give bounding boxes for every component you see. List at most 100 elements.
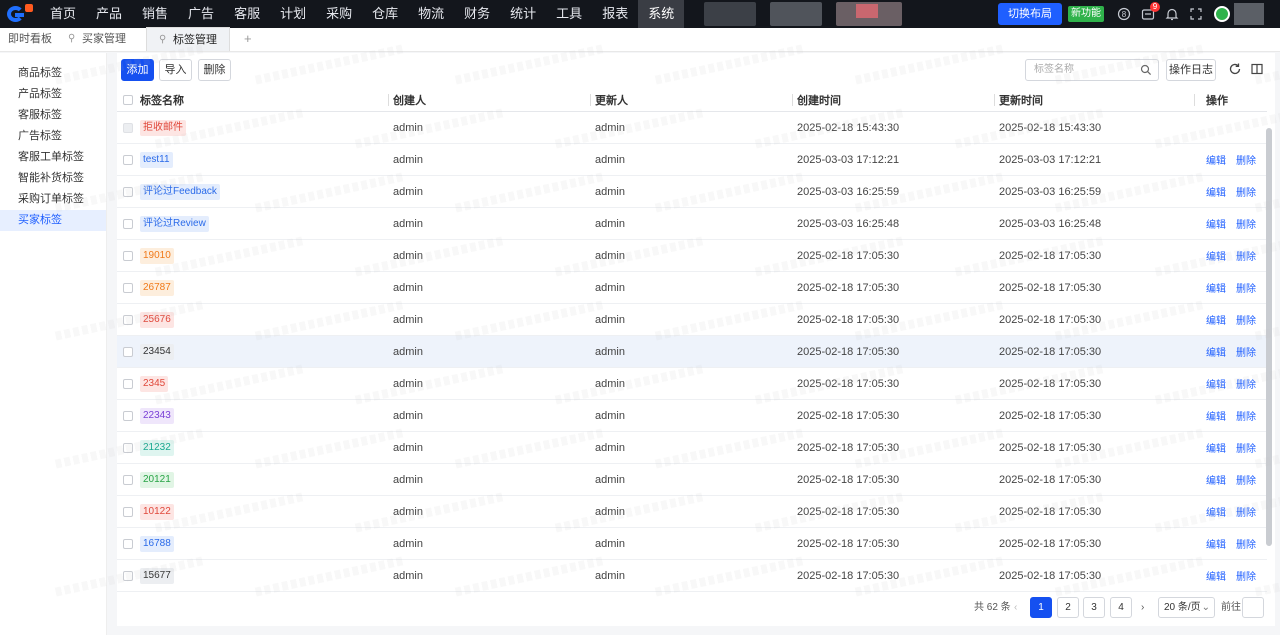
- page-button[interactable]: 3: [1083, 597, 1105, 618]
- table-row[interactable]: 10122 admin admin 2025-02-18 17:05:30 2025-0…: [117, 496, 1267, 528]
- switch-layout-button[interactable]: 切换布局: [998, 3, 1062, 25]
- app-logo[interactable]: [0, 0, 40, 28]
- row-checkbox[interactable]: [123, 250, 133, 261]
- delete-link[interactable]: 删除: [1236, 216, 1256, 231]
- new-feature-badge[interactable]: 新功能: [1068, 6, 1104, 22]
- edit-link[interactable]: 编辑: [1206, 344, 1226, 359]
- table-row[interactable]: 评论过Feedback admin admin 2025-03-03 16:25:59…: [117, 176, 1267, 208]
- page-size-select[interactable]: 20 条/页 ⌄: [1158, 597, 1215, 618]
- goto-page-input[interactable]: [1242, 597, 1264, 618]
- row-checkbox[interactable]: [123, 538, 133, 549]
- tab-buyer-management[interactable]: ⚲ 买家管理: [60, 27, 134, 51]
- row-checkbox[interactable]: [123, 282, 133, 293]
- row-checkbox[interactable]: [123, 410, 133, 421]
- row-checkbox[interactable]: [123, 346, 133, 357]
- edit-link[interactable]: 编辑: [1206, 504, 1226, 519]
- nav-item-2[interactable]: 销售: [132, 0, 178, 28]
- page-button[interactable]: 4: [1110, 597, 1132, 618]
- nav-item-9[interactable]: 财务: [454, 0, 500, 28]
- nav-item-10[interactable]: 统计: [500, 0, 546, 28]
- message-icon[interactable]: 9: [1141, 2, 1160, 21]
- tab-dashboard[interactable]: 即时看板: [0, 27, 60, 51]
- delete-link[interactable]: 删除: [1236, 152, 1256, 167]
- row-checkbox[interactable]: [123, 218, 133, 229]
- nav-item-6[interactable]: 采购: [316, 0, 362, 28]
- delete-link[interactable]: 删除: [1236, 504, 1256, 519]
- row-checkbox[interactable]: [123, 314, 133, 325]
- edit-link[interactable]: 编辑: [1206, 568, 1226, 583]
- row-checkbox[interactable]: [123, 474, 133, 485]
- nav-item-8[interactable]: 物流: [408, 0, 454, 28]
- table-row[interactable]: 16788 admin admin 2025-02-18 17:05:30 2025-0…: [117, 528, 1267, 560]
- delete-link[interactable]: 删除: [1236, 472, 1256, 487]
- nav-item-1[interactable]: 产品: [86, 0, 132, 28]
- columns-icon[interactable]: [1250, 62, 1264, 76]
- edit-link[interactable]: 编辑: [1206, 440, 1226, 455]
- help-icon[interactable]: 8: [1117, 7, 1131, 21]
- avatar[interactable]: [1214, 6, 1230, 22]
- edit-link[interactable]: 编辑: [1206, 152, 1226, 167]
- add-button[interactable]: 添加: [121, 59, 154, 81]
- delete-link[interactable]: 删除: [1236, 184, 1256, 199]
- delete-link[interactable]: 删除: [1236, 440, 1256, 455]
- prev-page-icon[interactable]: ‹: [1014, 597, 1017, 618]
- table-row[interactable]: 15677 admin admin 2025-02-18 17:05:30 2025-0…: [117, 560, 1267, 592]
- edit-link[interactable]: 编辑: [1206, 248, 1226, 263]
- fullscreen-icon[interactable]: [1189, 7, 1203, 21]
- sidebar-item-6[interactable]: 采购订单标签: [0, 189, 106, 210]
- delete-link[interactable]: 删除: [1236, 344, 1256, 359]
- table-row[interactable]: 25676 admin admin 2025-02-18 17:05:30 2025-0…: [117, 304, 1267, 336]
- edit-link[interactable]: 编辑: [1206, 472, 1226, 487]
- delete-link[interactable]: 删除: [1236, 376, 1256, 391]
- page-button[interactable]: 1: [1030, 597, 1052, 618]
- sidebar-item-1[interactable]: 产品标签: [0, 84, 106, 105]
- delete-button[interactable]: 删除: [198, 59, 231, 81]
- table-row[interactable]: 2345 admin admin 2025-02-18 17:05:30 2025-02…: [117, 368, 1267, 400]
- add-tab-button[interactable]: +: [230, 27, 266, 51]
- table-row[interactable]: 20121 admin admin 2025-02-18 17:05:30 2025-0…: [117, 464, 1267, 496]
- sidebar-item-3[interactable]: 广告标签: [0, 126, 106, 147]
- table-row[interactable]: 23454 admin admin 2025-02-18 17:05:30 2025-0…: [117, 336, 1267, 368]
- table-row[interactable]: 21232 admin admin 2025-02-18 17:05:30 2025-0…: [117, 432, 1267, 464]
- row-checkbox[interactable]: [123, 442, 133, 453]
- delete-link[interactable]: 删除: [1236, 280, 1256, 295]
- next-page-icon[interactable]: ›: [1141, 597, 1144, 618]
- user-name-blurred[interactable]: [1234, 3, 1264, 25]
- search-icon[interactable]: [1140, 64, 1152, 76]
- table-row[interactable]: 评论过Review admin admin 2025-03-03 16:25:48 20…: [117, 208, 1267, 240]
- edit-link[interactable]: 编辑: [1206, 312, 1226, 327]
- edit-link[interactable]: 编辑: [1206, 280, 1226, 295]
- table-row[interactable]: 拒收邮件 admin admin 2025-02-18 15:43:30 2025-02…: [117, 112, 1267, 144]
- nav-item-0[interactable]: 首页: [40, 0, 86, 28]
- tab-tag-management[interactable]: ⚲ 标签管理: [146, 27, 230, 51]
- search-input[interactable]: 标签名称: [1025, 59, 1159, 81]
- delete-link[interactable]: 删除: [1236, 408, 1256, 423]
- nav-item-13[interactable]: 系统: [638, 0, 685, 28]
- table-row[interactable]: 22343 admin admin 2025-02-18 17:05:30 2025-0…: [117, 400, 1267, 432]
- nav-item-3[interactable]: 广告: [178, 0, 224, 28]
- table-scrollbar[interactable]: [1266, 128, 1272, 546]
- nav-item-7[interactable]: 仓库: [362, 0, 408, 28]
- edit-link[interactable]: 编辑: [1206, 536, 1226, 551]
- row-checkbox[interactable]: [123, 506, 133, 517]
- page-button[interactable]: 2: [1057, 597, 1079, 618]
- nav-item-12[interactable]: 报表: [592, 0, 638, 28]
- import-button[interactable]: 导入: [159, 59, 192, 81]
- delete-link[interactable]: 删除: [1236, 536, 1256, 551]
- sidebar-item-7[interactable]: 买家标签: [0, 210, 106, 231]
- edit-link[interactable]: 编辑: [1206, 216, 1226, 231]
- delete-link[interactable]: 删除: [1236, 312, 1256, 327]
- row-checkbox[interactable]: [123, 570, 133, 581]
- row-checkbox[interactable]: [123, 378, 133, 389]
- delete-link[interactable]: 删除: [1236, 568, 1256, 583]
- bell-icon[interactable]: [1165, 7, 1179, 21]
- sidebar-item-4[interactable]: 客服工单标签: [0, 147, 106, 168]
- nav-item-4[interactable]: 客服: [224, 0, 270, 28]
- nav-item-11[interactable]: 工具: [546, 0, 592, 28]
- table-row[interactable]: 19010 admin admin 2025-02-18 17:05:30 2025-0…: [117, 240, 1267, 272]
- refresh-icon[interactable]: [1228, 62, 1242, 76]
- table-row[interactable]: test11 admin admin 2025-03-03 17:12:21 2025-…: [117, 144, 1267, 176]
- edit-link[interactable]: 编辑: [1206, 376, 1226, 391]
- table-row[interactable]: 26787 admin admin 2025-02-18 17:05:30 2025-0…: [117, 272, 1267, 304]
- row-checkbox[interactable]: [123, 154, 133, 165]
